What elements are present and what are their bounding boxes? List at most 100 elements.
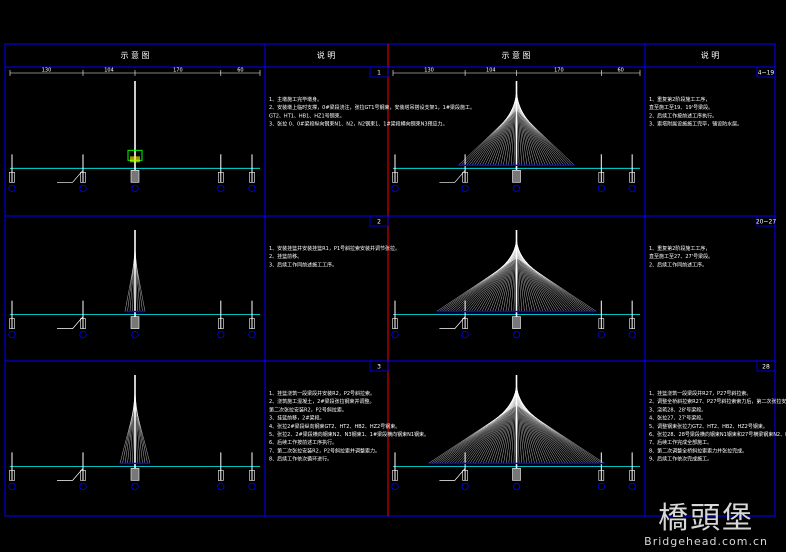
note-line: 7、后续工作完成全部施工。 <box>649 439 712 446</box>
note-line: 2、后续工作按前述工序执行。 <box>649 112 717 119</box>
stay-cable <box>127 252 136 312</box>
tower-footing <box>512 170 521 183</box>
pier-marker <box>79 184 87 192</box>
tower-marker <box>131 184 139 192</box>
note-line: 6、后续工作按前述工序执行。 <box>269 439 337 446</box>
pier-marker <box>597 330 605 339</box>
pier-marker <box>628 330 636 339</box>
note-line: 2、后续工作同前述工序。 <box>649 261 707 268</box>
pier-marker <box>217 482 225 490</box>
tower-footing <box>512 468 521 481</box>
tower-footing <box>130 170 140 183</box>
dimension-label: 60 <box>617 68 623 74</box>
stay-cable <box>428 405 517 464</box>
pier-marker <box>8 184 16 192</box>
watermark-url: Bridgehead.com.cn <box>644 535 768 548</box>
note-line: 8、后续工作依次循环进行。 <box>269 456 332 463</box>
pier-marker <box>248 184 256 192</box>
stay-cable <box>516 104 562 166</box>
tower-footing <box>130 316 140 329</box>
note-line: 9、后续工作依次完成施工。 <box>649 456 712 463</box>
note-line: 3、浇筑28、28'号梁段。 <box>649 406 706 413</box>
dimension-label: 60 <box>237 68 243 74</box>
pier-marker <box>597 482 605 490</box>
pier-marker <box>391 330 399 339</box>
abutment-slope <box>439 468 466 481</box>
tower-marker <box>131 330 139 339</box>
header-notes-right: 说 明 <box>701 50 720 60</box>
note-line: 1、安装挂篮并安装挂篮R1，P1号斜拉索安装并调节张拉。 <box>269 245 400 252</box>
stage-panel: 28 1、挂篮浇筑一段梁段并R27，P27号斜拉索。2、调整全桥斜拉索R27、P2… <box>391 360 786 490</box>
stage-panels: 130 104 170 60 1 1、主墩施工完毕墩身。2、安装墩上临时支撑，0#梁段浇注… <box>8 66 786 490</box>
construction-stage-drawing: 示 意 图 说 明 示 意 图 说 明 130 104 170 60 1 1、主墩施工完毕… <box>4 43 786 517</box>
tower-marker <box>512 482 521 490</box>
pier-marker <box>8 330 16 339</box>
note-line: 4、张拉27、27'号梁段。 <box>649 415 706 422</box>
note-line: 4、张拉2#梁段纵向钢束GT2、HT2、HB2、HZ2号钢束。 <box>269 423 400 430</box>
dimension-label: 170 <box>173 68 183 74</box>
note-line: 1、主墩施工完毕墩身。 <box>269 96 322 103</box>
panel-id-label: 1 <box>377 70 381 77</box>
pier-marker <box>79 330 87 339</box>
note-line: 1、重复第2阶段施工工序， <box>649 245 710 252</box>
stay-cable <box>122 401 136 464</box>
note-line: 7、第二次张拉安装R2，P2号斜拉索并调整索力。 <box>269 447 380 454</box>
dimension-label: 170 <box>554 68 564 74</box>
formwork-fill <box>130 156 140 163</box>
stay-cable <box>516 109 575 166</box>
pier-marker <box>391 184 399 192</box>
stay-cable <box>516 103 559 166</box>
stay-cable <box>516 402 595 464</box>
note-line: 2、挂篮前移。 <box>269 253 302 260</box>
tower-footing <box>512 316 521 329</box>
pier-marker <box>217 330 225 339</box>
pier-marker <box>248 482 256 490</box>
stage-panel: 2 1、安装挂篮并安装挂篮R1，P1号斜拉索安装并调节张拉。2、挂篮前移。3、后续… <box>8 215 400 339</box>
abutment-slope <box>57 316 84 329</box>
watermark-logo: 橋頭堡 <box>658 501 755 536</box>
panel-id-label: 28 <box>762 364 770 371</box>
header-notes-left: 说 明 <box>317 50 336 60</box>
panel-id-label: 4~19 <box>758 70 775 77</box>
dimension-label: 130 <box>42 68 52 74</box>
note-line: 3、张拉 0、0#梁段纵向钢束N1、N2，N2钢束1、1#梁段横向钢束N3预应力… <box>269 121 448 128</box>
abutment-slope <box>439 170 466 183</box>
stay-cable <box>134 252 143 312</box>
stage-panel: 3 1、挂篮浇筑一段梁段并安装R2，P2号斜拉索。2、浇筑施工混凝土，2#梁段张拉… <box>8 360 429 490</box>
pier-marker <box>391 482 399 490</box>
dimension-label: 130 <box>424 68 434 74</box>
stay-cable <box>444 255 517 312</box>
note-line: GT2、HT1、HB1、HZ1号钢束。 <box>269 112 345 119</box>
pier-marker <box>79 482 87 490</box>
note-line: 5、调整钢束张拉力GT2、HT2、HB2、HZ2号钢束。 <box>649 423 768 430</box>
stage-panel: 20~27 1、重复第2阶段施工工序，直至施工至27、27'号梁段。2、后续工作同… <box>391 215 776 339</box>
pier-marker <box>597 184 605 192</box>
abutment-slope <box>57 170 84 183</box>
panel-id-label: 20~27 <box>756 219 776 226</box>
pier-marker <box>461 330 469 339</box>
header-diagram-right: 示 意 图 <box>501 50 530 60</box>
note-line: 2、安装墩上临时支撑，0#梁段浇注，张拉GT1号钢束，安装塔吊搭设支架1，1#梁… <box>269 104 475 111</box>
stay-cable <box>471 104 517 166</box>
panel-id-label: 3 <box>377 364 381 371</box>
note-line: 8、第二次调整全桥斜拉索索力并张拉完成。 <box>649 447 747 454</box>
tower-marker <box>131 482 139 490</box>
stay-cable <box>134 401 148 464</box>
note-line: 直至施工至27、27'号梁段。 <box>649 253 713 260</box>
tower-marker <box>512 184 521 192</box>
stay-cable <box>516 257 594 312</box>
note-line: 3、后续工作同前述施工工序。 <box>269 261 337 268</box>
header-diagram-left: 示 意 图 <box>120 50 149 60</box>
note-line: 2、浇筑施工混凝土，2#梁段张拉钢束并调整。 <box>269 398 375 405</box>
note-line: 2、调整全桥斜拉索R27、P27号斜拉索索力后，第二次张拉安装R27、P27号斜… <box>649 398 786 405</box>
note-line: 3、挂篮前移，2#梁段。 <box>269 415 325 422</box>
pier-marker <box>628 184 636 192</box>
stay-cable <box>436 403 517 464</box>
stay-cable <box>458 109 517 166</box>
pier-marker <box>217 184 225 192</box>
pier-marker <box>461 482 469 490</box>
note-line: 1、挂篮浇筑一段梁段并安装R2，P2号斜拉索。 <box>269 390 375 397</box>
pier-marker <box>461 184 469 192</box>
pier-marker <box>8 482 16 490</box>
note-line: 5、张拉2、2#梁段横向钢束N2、N3钢束1、1#梁段横向钢束N1钢束。 <box>269 431 429 438</box>
